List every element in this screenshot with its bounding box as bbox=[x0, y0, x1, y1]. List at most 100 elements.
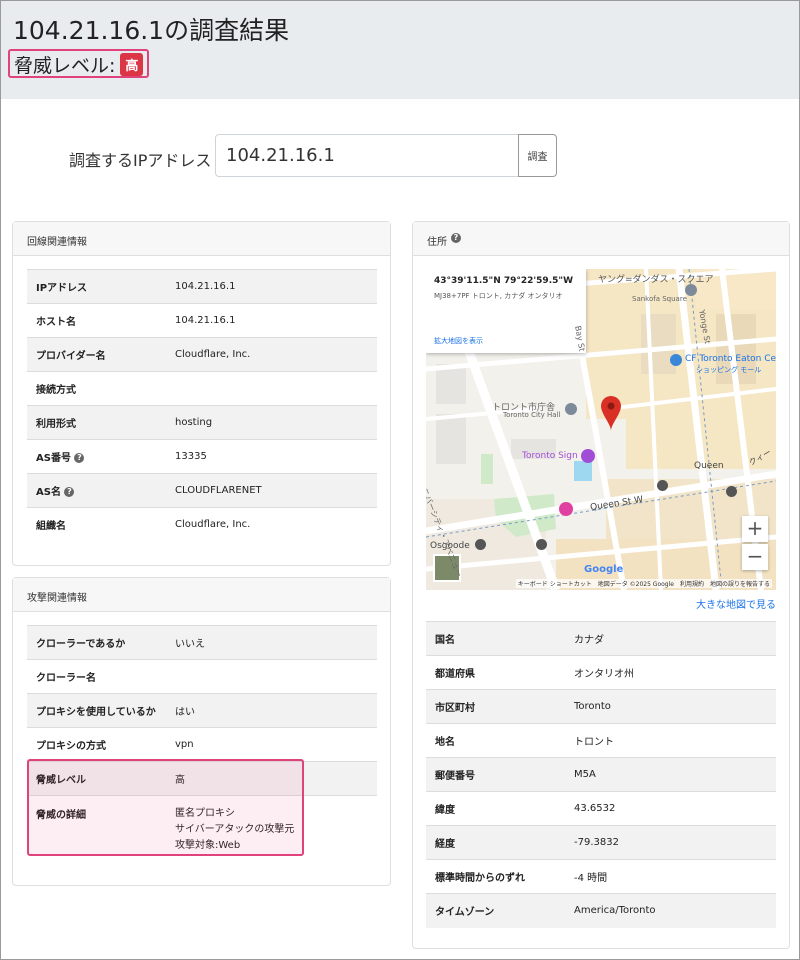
row-value: オンタリオ州 bbox=[565, 655, 776, 690]
attack-info-title: 攻撃関連情報 bbox=[27, 593, 87, 604]
row-value: 104.21.16.1 bbox=[166, 303, 377, 338]
map-enlarge-link[interactable]: 拡大地図を表示 bbox=[434, 336, 483, 346]
map-label-city-hall-en: Toronto City Hall bbox=[503, 411, 561, 419]
row-value: 43.6532 bbox=[565, 791, 776, 826]
map-label-sankofa: Sankofa Square bbox=[632, 295, 687, 303]
table-row: AS名 ? CLOUDFLARENET bbox=[27, 473, 377, 508]
search-label: 調査するIPアドレス bbox=[69, 151, 212, 170]
map-embed[interactable]: 43°39'11.5"N 79°22'59.5"W MJ38+7PF トロント,… bbox=[426, 269, 776, 590]
row-key: 標準時間からのずれ bbox=[426, 859, 565, 894]
row-key: IPアドレス bbox=[27, 269, 166, 304]
row-key: プロキシを使用しているか bbox=[27, 693, 166, 728]
table-row: 郵便番号 M5A bbox=[426, 757, 776, 792]
table-row: 接続方式 bbox=[27, 371, 377, 406]
map-label-yonge-dundas: ヤング=ダンダス・スクエア bbox=[598, 275, 714, 285]
row-value: M5A bbox=[565, 757, 776, 792]
threat-level-summary: 脅威レベル: 高 bbox=[8, 49, 150, 78]
row-key: 郵便番号 bbox=[426, 757, 565, 792]
map-coordinates: 43°39'11.5"N 79°22'59.5"W bbox=[434, 276, 573, 286]
line-info-title: 回線関連情報 bbox=[27, 237, 87, 248]
row-key: AS番号 bbox=[36, 453, 71, 464]
row-key: タイムゾーン bbox=[426, 893, 565, 928]
row-value: -79.3832 bbox=[565, 825, 776, 860]
threat-level-badge: 高 bbox=[120, 53, 144, 76]
terms-link[interactable]: 利用規約 bbox=[680, 579, 704, 588]
zoom-out-button[interactable]: − bbox=[742, 544, 768, 570]
table-row: クローラーであるか いいえ bbox=[27, 625, 377, 660]
row-value: CLOUDFLARENET bbox=[166, 473, 377, 508]
row-value: Toronto bbox=[565, 689, 776, 724]
line-info-header: 回線関連情報 bbox=[13, 222, 390, 256]
table-row: 市区町村 Toronto bbox=[426, 689, 776, 724]
row-key: プロキシの方式 bbox=[27, 727, 166, 762]
map-label-queen: Queen bbox=[694, 461, 724, 471]
row-value: -4 時間 bbox=[565, 859, 776, 894]
address-header: 住所 ? bbox=[413, 222, 789, 256]
table-row: 利用形式 hosting bbox=[27, 405, 377, 440]
row-value: America/Toronto bbox=[565, 893, 776, 928]
row-key: 経度 bbox=[426, 825, 565, 860]
row-value: はい bbox=[166, 693, 377, 728]
investigate-button[interactable]: 調査 bbox=[518, 134, 557, 177]
table-row: プロキシを使用しているか はい bbox=[27, 693, 377, 728]
attack-info-header: 攻撃関連情報 bbox=[13, 578, 390, 612]
row-value: Cloudflare, Inc. bbox=[166, 337, 377, 372]
row-key: ホスト名 bbox=[27, 303, 166, 338]
line-info-table: IPアドレス 104.21.16.1 ホスト名 104.21.16.1 プロバイ… bbox=[27, 269, 377, 542]
keyboard-shortcuts-link[interactable]: キーボード ショートカット bbox=[518, 579, 592, 588]
page-header: 104.21.16.1の調査結果 脅威レベル: 高 bbox=[1, 1, 799, 99]
table-row: 経度 -79.3832 bbox=[426, 825, 776, 860]
table-row: ホスト名 104.21.16.1 bbox=[27, 303, 377, 338]
row-value: いいえ bbox=[166, 625, 377, 660]
table-row: タイムゾーン America/Toronto bbox=[426, 893, 776, 928]
row-key: クローラー名 bbox=[27, 659, 166, 694]
row-value: vpn bbox=[166, 727, 377, 762]
threat-level-label: 脅威レベル: bbox=[14, 55, 116, 77]
row-key-cell: AS番号 ? bbox=[27, 439, 166, 474]
row-value: 13335 bbox=[166, 439, 377, 474]
table-row: 緯度 43.6532 bbox=[426, 791, 776, 826]
row-key: 国名 bbox=[426, 621, 565, 656]
row-key: プロバイダー名 bbox=[27, 337, 166, 372]
row-value: Cloudflare, Inc. bbox=[166, 507, 377, 542]
table-row: IPアドレス 104.21.16.1 bbox=[27, 269, 377, 304]
table-row: 組織名 Cloudflare, Inc. bbox=[27, 507, 377, 542]
row-key: 緯度 bbox=[426, 791, 565, 826]
row-key: 利用形式 bbox=[27, 405, 166, 440]
big-map-link[interactable]: 大きな地図で見る bbox=[696, 596, 776, 611]
ip-address-input[interactable] bbox=[215, 134, 519, 177]
table-row: AS番号 ? 13335 bbox=[27, 439, 377, 474]
row-value: カナダ bbox=[565, 621, 776, 656]
question-circle-icon[interactable]: ? bbox=[74, 453, 85, 463]
row-key: 市区町村 bbox=[426, 689, 565, 724]
question-circle-icon[interactable]: ? bbox=[64, 487, 75, 497]
question-circle-icon[interactable]: ? bbox=[451, 233, 461, 243]
map-label-eaton: CF Toronto Eaton Ce bbox=[685, 354, 776, 364]
line-info-card: 回線関連情報 IPアドレス 104.21.16.1 ホスト名 104.21.16… bbox=[12, 221, 391, 566]
row-value bbox=[166, 659, 377, 694]
address-table: 国名 カナダ 都道府県 オンタリオ州 市区町村 Toronto 地名 トロント … bbox=[426, 621, 776, 928]
table-row: プロキシの方式 vpn bbox=[27, 727, 377, 762]
row-key: 地名 bbox=[426, 723, 565, 758]
map-data-text: 地図データ ©2025 Google bbox=[597, 581, 674, 588]
map-attribution: キーボード ショートカット 地図データ ©2025 Google 利用規約 地図… bbox=[515, 579, 772, 588]
table-row: 都道府県 オンタリオ州 bbox=[426, 655, 776, 690]
row-key: クローラーであるか bbox=[27, 625, 166, 660]
row-key: 都道府県 bbox=[426, 655, 565, 690]
threat-highlight-box bbox=[27, 759, 304, 856]
report-error-link[interactable]: 地図の誤りを報告する bbox=[710, 579, 770, 588]
table-row: プロバイダー名 Cloudflare, Inc. bbox=[27, 337, 377, 372]
row-value: hosting bbox=[166, 405, 377, 440]
map-label-eaton-sub: ショッピング モール bbox=[696, 366, 762, 374]
page-title: 104.21.16.1の調査結果 bbox=[13, 16, 290, 45]
row-key-cell: AS名 ? bbox=[27, 473, 166, 508]
row-value: 104.21.16.1 bbox=[166, 269, 377, 304]
row-key: AS名 bbox=[36, 487, 61, 498]
table-row: クローラー名 bbox=[27, 659, 377, 694]
row-value bbox=[166, 371, 377, 406]
zoom-in-button[interactable]: + bbox=[742, 516, 768, 542]
table-row: 標準時間からのずれ -4 時間 bbox=[426, 859, 776, 894]
row-value: トロント bbox=[565, 723, 776, 758]
address-title: 住所 bbox=[427, 237, 447, 248]
map-label-toronto-sign: Toronto Sign bbox=[522, 451, 578, 461]
